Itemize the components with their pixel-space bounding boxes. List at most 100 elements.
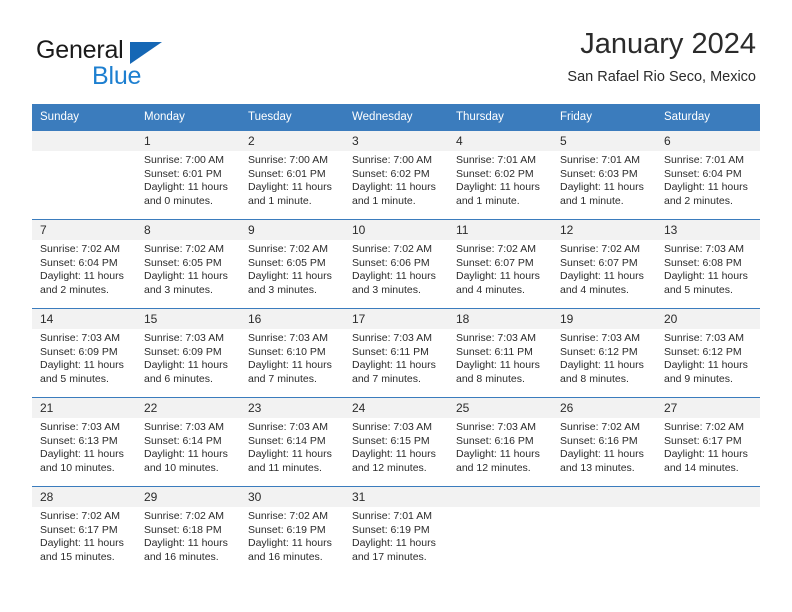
day-details: Sunrise: 7:03 AM Sunset: 6:09 PM Dayligh… — [136, 329, 240, 386]
daylight-text-line1: Daylight: 11 hours — [248, 270, 332, 283]
sunset-text: Sunset: 6:16 PM — [456, 434, 534, 447]
day-cell[interactable]: 14 Sunrise: 7:03 AM Sunset: 6:09 PM Dayl… — [32, 309, 136, 397]
day-cell[interactable]: 29 Sunrise: 7:02 AM Sunset: 6:18 PM Dayl… — [136, 487, 240, 575]
day-details — [448, 507, 552, 510]
sunrise-text: Sunrise: 7:02 AM — [248, 510, 328, 522]
day-cell[interactable]: 12 Sunrise: 7:02 AM Sunset: 6:07 PM Dayl… — [552, 220, 656, 308]
daylight-text-line2: and 10 minutes. — [144, 461, 219, 474]
day-cell[interactable] — [656, 487, 760, 575]
sunset-text: Sunset: 6:04 PM — [664, 167, 742, 180]
day-details — [552, 507, 656, 510]
day-cell[interactable]: 6 Sunrise: 7:01 AM Sunset: 6:04 PM Dayli… — [656, 131, 760, 219]
day-cell[interactable]: 2 Sunrise: 7:00 AM Sunset: 6:01 PM Dayli… — [240, 131, 344, 219]
day-cell[interactable]: 31 Sunrise: 7:01 AM Sunset: 6:19 PM Dayl… — [344, 487, 448, 575]
daylight-text-line1: Daylight: 11 hours — [560, 270, 644, 283]
day-details: Sunrise: 7:00 AM Sunset: 6:01 PM Dayligh… — [240, 151, 344, 208]
daylight-text-line2: and 8 minutes. — [456, 372, 525, 385]
day-number: 1 — [144, 134, 151, 148]
sunset-text: Sunset: 6:04 PM — [40, 256, 118, 269]
day-details — [32, 151, 136, 154]
daylight-text-line1: Daylight: 11 hours — [456, 448, 540, 461]
day-details: Sunrise: 7:03 AM Sunset: 6:11 PM Dayligh… — [344, 329, 448, 386]
day-cell[interactable]: 26 Sunrise: 7:02 AM Sunset: 6:16 PM Dayl… — [552, 398, 656, 486]
day-cell[interactable]: 13 Sunrise: 7:03 AM Sunset: 6:08 PM Dayl… — [656, 220, 760, 308]
sunset-text: Sunset: 6:10 PM — [248, 345, 326, 358]
day-number: 9 — [248, 223, 255, 237]
day-cell[interactable]: 30 Sunrise: 7:02 AM Sunset: 6:19 PM Dayl… — [240, 487, 344, 575]
day-cell[interactable]: 17 Sunrise: 7:03 AM Sunset: 6:11 PM Dayl… — [344, 309, 448, 397]
sunrise-text: Sunrise: 7:02 AM — [144, 510, 224, 522]
day-number-band: 30 — [240, 487, 344, 507]
day-details: Sunrise: 7:02 AM Sunset: 6:07 PM Dayligh… — [552, 240, 656, 297]
day-number-band: 11 — [448, 220, 552, 240]
day-cell[interactable]: 8 Sunrise: 7:02 AM Sunset: 6:05 PM Dayli… — [136, 220, 240, 308]
daylight-text-line1: Daylight: 11 hours — [456, 359, 540, 372]
day-number-band: 31 — [344, 487, 448, 507]
day-number: 18 — [456, 312, 470, 326]
day-cell[interactable]: 19 Sunrise: 7:03 AM Sunset: 6:12 PM Dayl… — [552, 309, 656, 397]
day-cell[interactable]: 5 Sunrise: 7:01 AM Sunset: 6:03 PM Dayli… — [552, 131, 656, 219]
daylight-text-line1: Daylight: 11 hours — [144, 537, 228, 550]
day-cell[interactable]: 24 Sunrise: 7:03 AM Sunset: 6:15 PM Dayl… — [344, 398, 448, 486]
day-cell[interactable]: 16 Sunrise: 7:03 AM Sunset: 6:10 PM Dayl… — [240, 309, 344, 397]
day-number: 16 — [248, 312, 262, 326]
sunrise-text: Sunrise: 7:00 AM — [248, 154, 328, 166]
daylight-text-line1: Daylight: 11 hours — [40, 359, 124, 372]
day-cell[interactable]: 20 Sunrise: 7:03 AM Sunset: 6:12 PM Dayl… — [656, 309, 760, 397]
day-cell[interactable]: 10 Sunrise: 7:02 AM Sunset: 6:06 PM Dayl… — [344, 220, 448, 308]
day-number-band: 10 — [344, 220, 448, 240]
day-number-band: 12 — [552, 220, 656, 240]
day-cell[interactable] — [552, 487, 656, 575]
day-cell[interactable] — [448, 487, 552, 575]
day-number-band: 4 — [448, 131, 552, 151]
day-cell[interactable]: 15 Sunrise: 7:03 AM Sunset: 6:09 PM Dayl… — [136, 309, 240, 397]
general-blue-logo[interactable]: General Blue — [36, 36, 236, 92]
day-details: Sunrise: 7:02 AM Sunset: 6:17 PM Dayligh… — [32, 507, 136, 564]
sunrise-text: Sunrise: 7:02 AM — [352, 243, 432, 255]
sunset-text: Sunset: 6:19 PM — [352, 523, 430, 536]
daylight-text-line1: Daylight: 11 hours — [144, 270, 228, 283]
sunset-text: Sunset: 6:11 PM — [352, 345, 429, 358]
day-cell[interactable]: 18 Sunrise: 7:03 AM Sunset: 6:11 PM Dayl… — [448, 309, 552, 397]
sunset-text: Sunset: 6:03 PM — [560, 167, 638, 180]
day-details: Sunrise: 7:02 AM Sunset: 6:19 PM Dayligh… — [240, 507, 344, 564]
daylight-text-line1: Daylight: 11 hours — [560, 181, 644, 194]
day-number: 6 — [664, 134, 671, 148]
day-cell[interactable]: 21 Sunrise: 7:03 AM Sunset: 6:13 PM Dayl… — [32, 398, 136, 486]
day-cell[interactable]: 25 Sunrise: 7:03 AM Sunset: 6:16 PM Dayl… — [448, 398, 552, 486]
day-details: Sunrise: 7:03 AM Sunset: 6:15 PM Dayligh… — [344, 418, 448, 475]
day-cell[interactable]: 11 Sunrise: 7:02 AM Sunset: 6:07 PM Dayl… — [448, 220, 552, 308]
day-cell[interactable]: 3 Sunrise: 7:00 AM Sunset: 6:02 PM Dayli… — [344, 131, 448, 219]
day-details: Sunrise: 7:02 AM Sunset: 6:06 PM Dayligh… — [344, 240, 448, 297]
sunset-text: Sunset: 6:02 PM — [456, 167, 534, 180]
day-cell[interactable] — [32, 131, 136, 219]
day-cell[interactable]: 7 Sunrise: 7:02 AM Sunset: 6:04 PM Dayli… — [32, 220, 136, 308]
weekday-header-saturday: Saturday — [664, 111, 711, 123]
day-number: 12 — [560, 223, 574, 237]
day-number: 22 — [144, 401, 158, 415]
daylight-text-line2: and 13 minutes. — [560, 461, 635, 474]
sunset-text: Sunset: 6:19 PM — [248, 523, 326, 536]
day-cell[interactable]: 22 Sunrise: 7:03 AM Sunset: 6:14 PM Dayl… — [136, 398, 240, 486]
day-details: Sunrise: 7:03 AM Sunset: 6:14 PM Dayligh… — [136, 418, 240, 475]
sunset-text: Sunset: 6:05 PM — [248, 256, 326, 269]
daylight-text-line2: and 1 minute. — [248, 194, 312, 207]
day-cell[interactable]: 23 Sunrise: 7:03 AM Sunset: 6:14 PM Dayl… — [240, 398, 344, 486]
day-details: Sunrise: 7:01 AM Sunset: 6:03 PM Dayligh… — [552, 151, 656, 208]
day-cell[interactable]: 9 Sunrise: 7:02 AM Sunset: 6:05 PM Dayli… — [240, 220, 344, 308]
sunrise-text: Sunrise: 7:01 AM — [352, 510, 432, 522]
day-cell[interactable]: 1 Sunrise: 7:00 AM Sunset: 6:01 PM Dayli… — [136, 131, 240, 219]
weekday-header-row: Sunday Monday Tuesday Wednesday Thursday… — [32, 104, 760, 130]
daylight-text-line2: and 3 minutes. — [248, 283, 317, 296]
day-cell[interactable]: 27 Sunrise: 7:02 AM Sunset: 6:17 PM Dayl… — [656, 398, 760, 486]
sunset-text: Sunset: 6:09 PM — [40, 345, 118, 358]
daylight-text-line2: and 11 minutes. — [248, 461, 322, 474]
day-number: 3 — [352, 134, 359, 148]
day-number-band: 19 — [552, 309, 656, 329]
daylight-text-line2: and 0 minutes. — [144, 194, 213, 207]
day-details: Sunrise: 7:02 AM Sunset: 6:05 PM Dayligh… — [240, 240, 344, 297]
daylight-text-line2: and 10 minutes. — [40, 461, 115, 474]
day-cell[interactable]: 28 Sunrise: 7:02 AM Sunset: 6:17 PM Dayl… — [32, 487, 136, 575]
sunrise-text: Sunrise: 7:03 AM — [456, 332, 536, 344]
day-cell[interactable]: 4 Sunrise: 7:01 AM Sunset: 6:02 PM Dayli… — [448, 131, 552, 219]
